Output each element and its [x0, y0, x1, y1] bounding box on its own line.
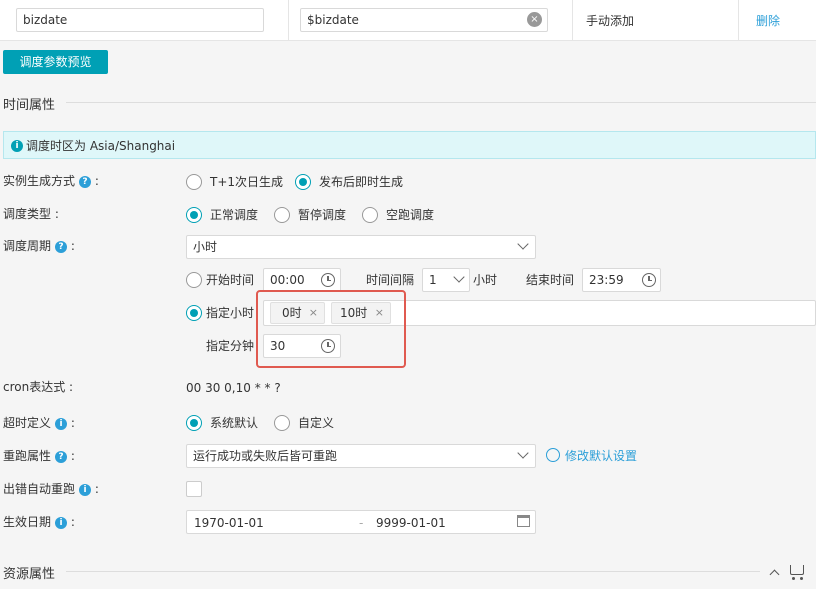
specify-minute-label: 指定分钟: [206, 339, 255, 353]
specify-hour-label: 指定小时: [206, 306, 255, 320]
chevron-up-icon[interactable]: [769, 569, 780, 580]
end-time-label: 结束时间: [526, 273, 575, 287]
radio-normal[interactable]: [186, 207, 202, 223]
resource-section-title: 资源属性: [3, 567, 56, 582]
radio-specify-hour[interactable]: [186, 305, 202, 321]
section-divider: [66, 102, 816, 103]
interval-select[interactable]: 1: [422, 268, 470, 292]
instance-label: 实例生成方式? :: [3, 174, 99, 188]
param-table-row: bizdate $bizdate × 手动添加 删除: [0, 0, 816, 41]
effective-date-label: 生效日期 i :: [3, 515, 75, 529]
info-icon[interactable]: i: [55, 516, 68, 529]
info-icon: i: [11, 140, 23, 152]
interval-unit: 小时: [473, 273, 498, 287]
schedule-type-label: 调度类型 :: [3, 207, 59, 221]
param-value-input[interactable]: $bizdate: [300, 8, 548, 32]
date-sep: -: [359, 516, 364, 530]
timezone-text: 调度时区为 Asia/Shanghai: [26, 139, 176, 153]
cart-icon-wheel: [792, 577, 795, 580]
param-preview-button[interactable]: 调度参数预览: [3, 50, 108, 74]
timezone-notice: i 调度时区为 Asia/Shanghai: [3, 131, 816, 159]
radio-pause[interactable]: [274, 207, 290, 223]
radio-pause-label[interactable]: 暂停调度: [298, 207, 346, 223]
delete-link[interactable]: 删除: [756, 13, 780, 29]
schedule-cycle-label: 调度周期? :: [3, 239, 75, 253]
radio-t1[interactable]: [186, 174, 202, 190]
cart-icon[interactable]: [790, 565, 804, 575]
cart-icon-wheel: [800, 577, 803, 580]
col-divider: [572, 0, 573, 41]
param-source-text: 手动添加: [586, 14, 635, 28]
radio-start-time[interactable]: [186, 272, 202, 288]
info-icon[interactable]: i: [79, 483, 92, 496]
auto-rerun-label: 出错自动重跑 i :: [3, 482, 99, 496]
col-divider: [288, 0, 289, 41]
radio-system-default[interactable]: [186, 415, 202, 431]
highlight-box: [256, 290, 406, 368]
radio-custom-label[interactable]: 自定义: [298, 415, 334, 431]
cycle-select[interactable]: 小时: [186, 235, 536, 259]
date-end[interactable]: 9999-01-01: [376, 515, 446, 531]
radio-normal-label[interactable]: 正常调度: [210, 207, 258, 223]
timeout-label: 超时定义 i :: [3, 416, 75, 430]
modify-default-link[interactable]: 修改默认设置: [565, 448, 637, 464]
help-icon[interactable]: ?: [55, 450, 68, 463]
radio-immediate-label[interactable]: 发布后即时生成: [319, 174, 403, 190]
date-start[interactable]: 1970-01-01: [194, 515, 264, 531]
cron-value: 00 30 0,10 * * ?: [186, 381, 281, 395]
radio-dryrun[interactable]: [362, 207, 378, 223]
radio-custom[interactable]: [274, 415, 290, 431]
rerun-select[interactable]: 运行成功或失败后皆可重跑: [186, 444, 536, 468]
clear-icon[interactable]: ×: [527, 12, 542, 27]
interval-label: 时间间隔: [366, 273, 415, 287]
radio-immediate[interactable]: [295, 174, 311, 190]
calendar-icon: [517, 515, 530, 527]
auto-rerun-checkbox[interactable]: [186, 481, 202, 497]
rerun-label: 重跑属性? :: [3, 449, 75, 463]
radio-dryrun-label[interactable]: 空跑调度: [386, 207, 434, 223]
help-icon[interactable]: ?: [79, 175, 92, 188]
clock-icon: [642, 273, 656, 287]
time-section-title: 时间属性: [3, 98, 56, 113]
radio-system-default-label[interactable]: 系统默认: [210, 415, 258, 431]
info-icon[interactable]: i: [55, 417, 68, 430]
param-name-input[interactable]: bizdate: [16, 8, 264, 32]
help-icon[interactable]: ?: [55, 240, 68, 253]
col-divider: [738, 0, 739, 41]
clock-icon: [321, 273, 335, 287]
radio-t1-label[interactable]: T+1次日生成: [210, 174, 283, 190]
start-time-label: 开始时间: [206, 273, 255, 287]
settings-icon[interactable]: [546, 448, 560, 462]
cron-label: cron表达式 :: [3, 380, 74, 394]
section-divider: [66, 571, 760, 572]
